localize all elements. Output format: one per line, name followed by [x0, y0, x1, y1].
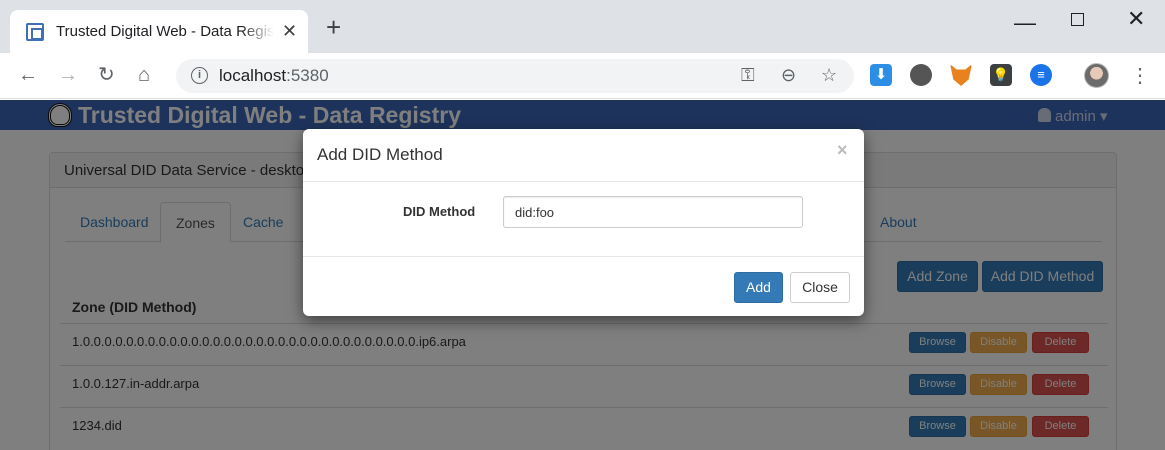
- add-button[interactable]: Add: [734, 272, 783, 303]
- close-button[interactable]: Close: [790, 272, 850, 303]
- did-method-label: DID Method: [403, 204, 476, 219]
- back-arrow-icon[interactable]: ←: [18, 63, 38, 87]
- did-method-input[interactable]: [503, 196, 803, 228]
- browser-menu-icon[interactable]: ⋮: [1130, 63, 1150, 88]
- browser-tab[interactable]: Trusted Digital Web - Data Registry ✕: [10, 10, 308, 53]
- add-did-method-dialog: Add DID Method × DID Method Add Close: [303, 129, 864, 316]
- new-tab-button[interactable]: +: [326, 14, 341, 40]
- modal-footer: Add Close: [303, 256, 864, 316]
- zoom-icon[interactable]: ⊖: [781, 65, 796, 86]
- browser-tabstrip: Trusted Digital Web - Data Registry ✕ + …: [0, 0, 1165, 53]
- bookmark-star-icon[interactable]: ☆: [821, 65, 837, 86]
- forward-arrow-icon[interactable]: →: [58, 63, 78, 87]
- modal-header: Add DID Method ×: [303, 129, 864, 182]
- window-minimize-button[interactable]: —: [1014, 10, 1036, 36]
- metamask-fox-icon[interactable]: [950, 64, 972, 86]
- window-close-button[interactable]: ✕: [1127, 6, 1145, 32]
- site-info-icon[interactable]: i: [191, 67, 208, 84]
- reload-icon[interactable]: ↻: [98, 63, 115, 87]
- address-bar[interactable]: i localhost:5380 ⚿ ⊖ ☆: [176, 59, 854, 93]
- site-favicon-icon: [26, 23, 44, 41]
- film-reel-extension-icon[interactable]: [910, 64, 932, 86]
- window-maximize-button[interactable]: [1071, 13, 1084, 26]
- modal-close-icon[interactable]: ×: [837, 140, 848, 161]
- tab-close-icon[interactable]: ✕: [282, 21, 297, 42]
- home-icon[interactable]: ⌂: [138, 63, 150, 87]
- key-icon[interactable]: ⚿: [741, 65, 755, 86]
- blue-extension-icon[interactable]: ≡: [1030, 64, 1052, 86]
- bulb-extension-icon[interactable]: 💡: [990, 64, 1012, 86]
- modal-title: Add DID Method: [317, 145, 443, 164]
- url-host: localhost: [219, 66, 287, 85]
- browser-toolbar: ← → ↻ ⌂ i localhost:5380 ⚿ ⊖ ☆ ⬇ 💡 ≡ ⋮: [0, 53, 1165, 99]
- url-text[interactable]: localhost:5380: [219, 66, 329, 86]
- download-extension-icon[interactable]: ⬇: [870, 64, 892, 86]
- url-port: :5380: [286, 66, 329, 85]
- tab-title: Trusted Digital Web - Data Registry: [56, 23, 274, 40]
- profile-avatar[interactable]: [1084, 63, 1109, 88]
